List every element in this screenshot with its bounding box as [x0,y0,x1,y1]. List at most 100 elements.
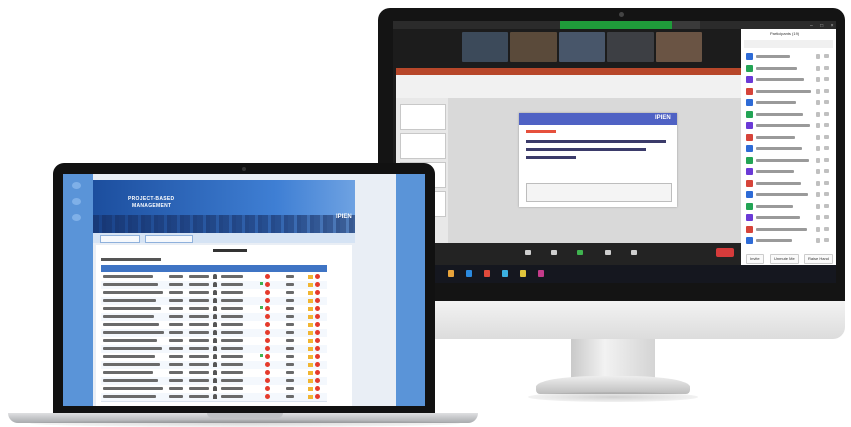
delete-icon[interactable] [315,298,320,303]
participant-row[interactable] [744,74,833,85]
raise-hand-button[interactable]: Raise Hand [804,254,833,264]
edit-icon[interactable] [308,331,313,335]
unmute-me-button[interactable]: Unmute Me [770,254,799,264]
mic-icon [816,226,820,232]
delete-icon[interactable] [315,354,320,359]
status-icon [265,346,270,351]
delete-icon[interactable] [315,346,320,351]
participant-row[interactable] [744,120,833,131]
mic-icon [816,169,820,174]
video-tile[interactable] [655,32,703,62]
participant-row[interactable] [744,51,833,62]
edit-icon[interactable] [308,371,313,375]
delete-icon[interactable] [315,362,320,367]
edit-icon[interactable] [308,315,313,319]
video-tile[interactable] [558,32,606,62]
delete-icon[interactable] [315,338,320,343]
progress-cell [286,339,294,342]
participant-name [756,170,794,173]
taskbar-app-icon[interactable] [520,270,526,277]
delete-icon[interactable] [315,314,320,319]
user-icon [213,314,217,319]
edit-icon[interactable] [308,339,313,343]
mic-icon [816,134,820,140]
owner-cell [189,363,209,366]
delete-icon[interactable] [315,386,320,391]
end-meeting-button[interactable] [716,248,734,257]
edit-icon[interactable] [308,283,313,287]
table-row[interactable] [101,393,327,402]
delete-icon[interactable] [315,394,320,399]
avatar [746,191,753,198]
slide-header-band [519,113,677,125]
participant-row[interactable] [744,189,833,200]
participant-row[interactable] [744,155,833,166]
user-icon [213,362,217,367]
invite-button[interactable]: Invite [746,254,764,264]
participant-row[interactable] [744,97,833,108]
video-tile[interactable] [510,32,557,62]
participant-row[interactable] [744,63,833,74]
taskbar-app-icon[interactable] [466,270,472,277]
participant-row[interactable] [744,143,833,154]
edit-icon[interactable] [308,323,313,327]
edit-icon[interactable] [308,363,313,367]
participants-icon[interactable] [551,250,557,255]
user-icon [213,306,217,311]
edit-icon[interactable] [308,379,313,383]
edit-icon[interactable] [308,291,313,295]
delete-icon[interactable] [315,370,320,375]
edit-icon[interactable] [308,307,313,311]
camera-icon [824,65,829,70]
nav-tab[interactable] [100,235,140,243]
edit-icon[interactable] [308,299,313,303]
record-icon[interactable] [631,250,637,255]
nav-tab[interactable] [145,235,193,243]
participants-search[interactable] [744,40,833,48]
video-tile[interactable] [462,32,509,62]
participant-row[interactable] [744,86,833,97]
rail-icon [72,214,81,221]
share-screen-icon[interactable] [577,250,583,255]
participant-row[interactable] [744,201,833,212]
taskbar-app-icon[interactable] [484,270,490,277]
participant-row[interactable] [744,178,833,189]
video-tile[interactable] [607,32,654,62]
delete-icon[interactable] [315,290,320,295]
filter-row[interactable] [101,258,161,261]
view-toggle[interactable] [672,21,700,29]
taskbar-app-icon[interactable] [502,270,508,277]
delete-icon[interactable] [315,282,320,287]
participant-row[interactable] [744,212,833,223]
edit-icon[interactable] [308,275,313,279]
slide-thumbnail[interactable] [400,133,446,159]
edit-icon[interactable] [308,387,313,391]
delete-icon[interactable] [315,378,320,383]
security-icon[interactable] [525,250,531,255]
avatar [746,53,753,60]
delete-icon[interactable] [315,322,320,327]
user-icon [213,370,217,375]
edit-icon[interactable] [308,355,313,359]
participant-row[interactable] [744,224,833,235]
user-icon [213,282,217,287]
mic-icon [816,88,820,94]
participant-row[interactable] [744,235,833,246]
edit-icon[interactable] [308,395,313,399]
delete-icon[interactable] [315,274,320,279]
edit-icon[interactable] [308,347,313,351]
taskbar-app-icon[interactable] [448,270,454,277]
owner-cell [189,283,209,286]
delete-icon[interactable] [315,330,320,335]
taskbar-app-icon[interactable] [538,270,544,277]
delete-icon[interactable] [315,306,320,311]
participant-row[interactable] [744,132,833,143]
participant-row[interactable] [744,109,833,120]
user-icon [213,290,217,295]
participant-name [756,181,801,185]
status-icon [265,386,270,391]
progress-cell [286,347,294,350]
slide-thumbnail[interactable] [400,104,446,130]
participant-row[interactable] [744,166,833,177]
chat-icon[interactable] [605,250,611,255]
